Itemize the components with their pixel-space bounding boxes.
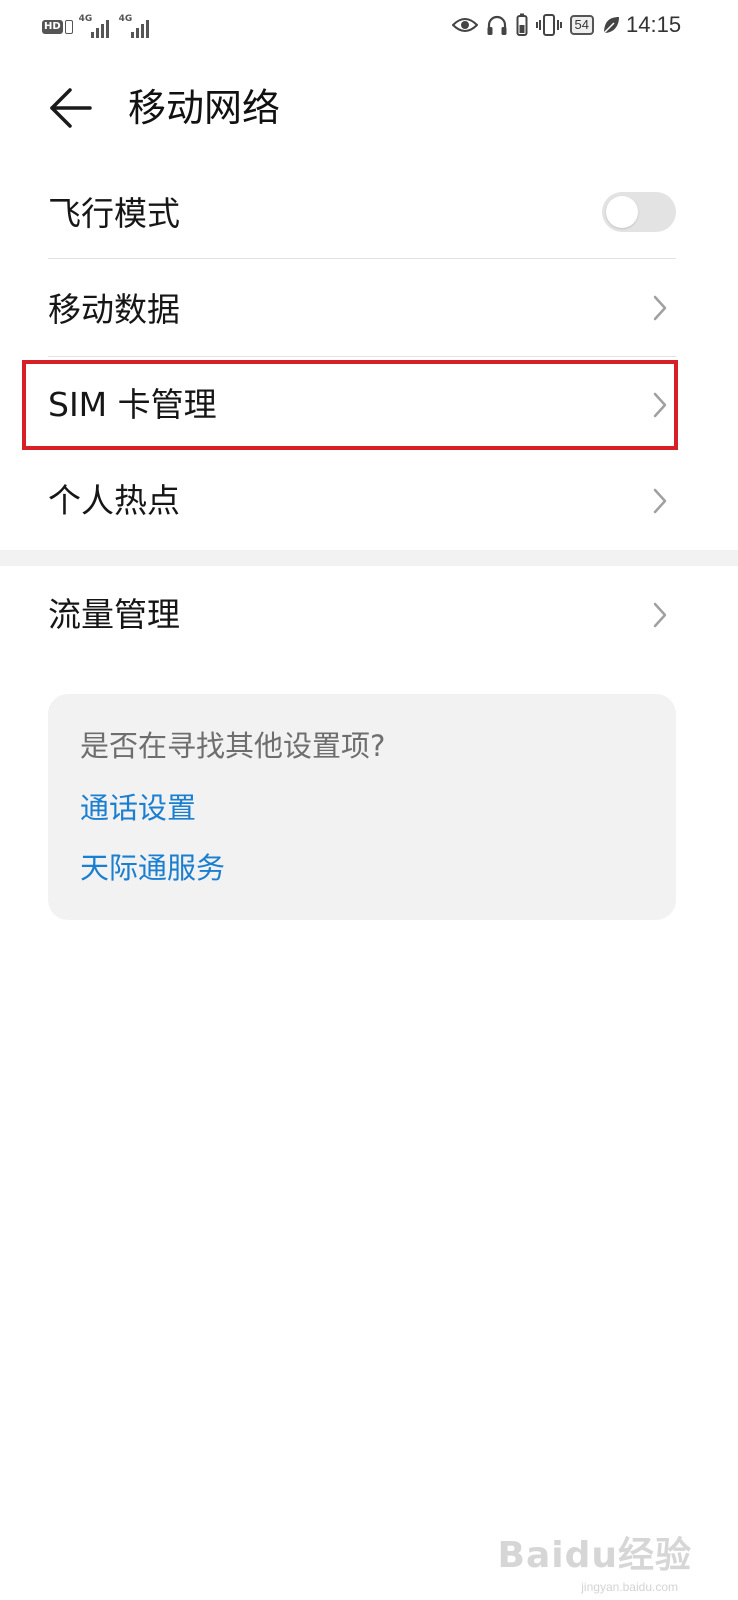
back-arrow-icon[interactable] (48, 86, 92, 130)
toggle-knob (606, 196, 638, 228)
battery-saver-icon (516, 13, 528, 36)
battery-icon: 54 (569, 15, 594, 35)
sim1-indicator-icon (64, 20, 73, 34)
sim2-signal-icon: 4G (119, 14, 153, 38)
airplane-mode-row[interactable]: 飞行模式 (48, 172, 676, 256)
highlight-annotation (22, 360, 678, 450)
mobile-data-row[interactable]: 移动数据 (48, 262, 676, 354)
chevron-right-icon (653, 602, 667, 628)
skytone-service-link[interactable]: 天际通服务 (80, 850, 225, 886)
chevron-right-icon (653, 295, 667, 321)
divider (48, 356, 676, 357)
hotspot-label: 个人热点 (48, 481, 180, 520)
section-separator (0, 550, 738, 566)
vibrate-icon (535, 14, 562, 36)
data-usage-row[interactable]: 流量管理 (48, 570, 676, 660)
mobile-data-label: 移动数据 (48, 290, 180, 329)
suggestion-question: 是否在寻找其他设置项? (80, 729, 386, 763)
baidu-watermark-url: jingyan.baidu.com (581, 1580, 678, 1594)
leaf-icon (603, 17, 619, 34)
call-settings-link[interactable]: 通话设置 (80, 790, 196, 826)
hotspot-row[interactable]: 个人热点 (48, 456, 676, 546)
status-left: HD 4G 4G (42, 12, 153, 38)
chevron-right-icon (653, 488, 667, 514)
airplane-mode-label: 飞行模式 (48, 194, 180, 233)
hd-voice-icon: HD (42, 20, 63, 34)
baidu-watermark: Baidu经验 (497, 1535, 692, 1576)
headphones-icon (487, 15, 507, 35)
page-title: 移动网络 (128, 86, 281, 130)
sim1-signal-icon: 4G (79, 14, 113, 38)
suggestion-card: 是否在寻找其他设置项? 通话设置 天际通服务 (48, 694, 676, 920)
divider (48, 258, 676, 259)
clock: 14:15 (626, 12, 682, 37)
eye-icon (451, 18, 478, 32)
status-bar: HD 4G 4G 54 14:15 (0, 0, 738, 52)
airplane-mode-toggle[interactable] (602, 192, 676, 232)
status-right: 54 (451, 10, 620, 40)
data-usage-label: 流量管理 (48, 595, 180, 634)
